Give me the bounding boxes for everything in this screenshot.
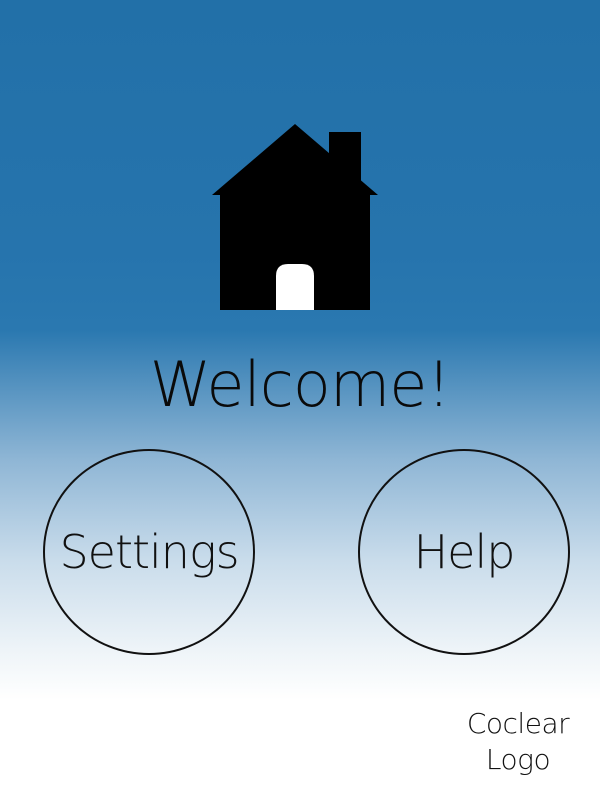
logo-line-1: Coclear	[466, 707, 570, 740]
settings-button[interactable]: Settings	[43, 449, 255, 655]
help-button-label: Help	[413, 525, 516, 579]
coclear-logo: Coclear Logo	[458, 706, 578, 778]
settings-button-label: Settings	[59, 525, 239, 579]
help-button[interactable]: Help	[358, 449, 570, 655]
home-icon	[212, 124, 378, 312]
welcome-title: Welcome!	[149, 348, 451, 421]
logo-line-2: Logo	[485, 743, 551, 776]
